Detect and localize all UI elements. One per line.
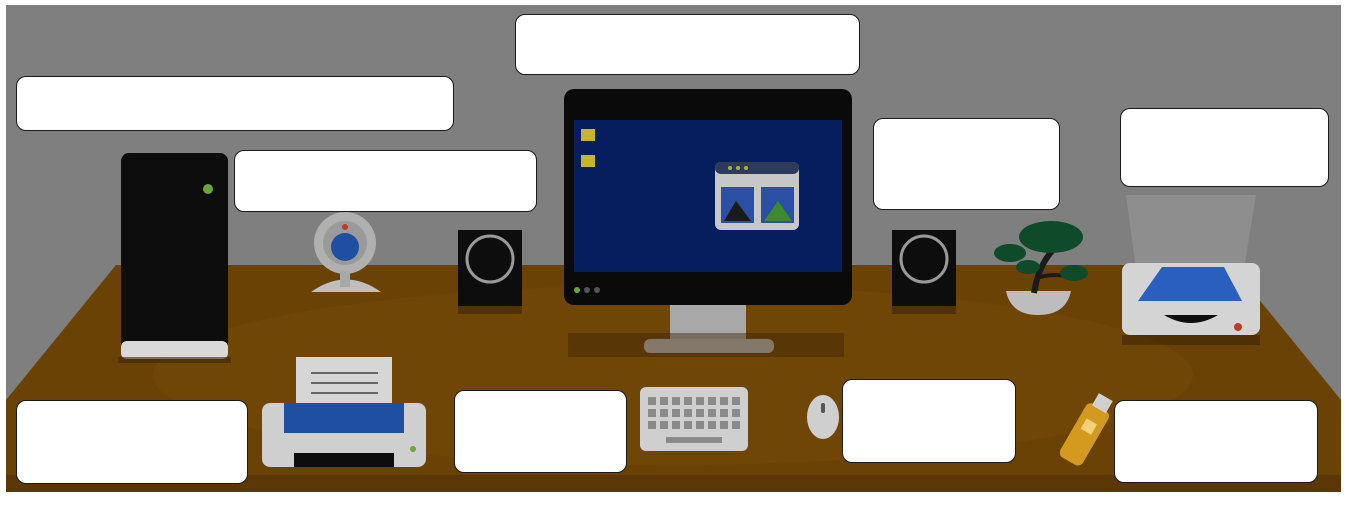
keyboard — [640, 387, 748, 451]
keyboard-key — [708, 397, 716, 405]
keyboard-key — [720, 409, 728, 417]
keyboard-key — [672, 397, 680, 405]
scanner-label-box[interactable] — [1120, 108, 1329, 187]
keyboard-key — [696, 421, 704, 429]
speaker-left — [458, 230, 522, 314]
keyboard-key — [684, 409, 692, 417]
keyboard-key — [732, 397, 740, 405]
computer-tower — [118, 153, 231, 363]
keyboard-key — [648, 409, 656, 417]
keyboard-label-box[interactable] — [454, 390, 627, 473]
keyboard-key — [672, 409, 680, 417]
mouse-label-box[interactable] — [842, 379, 1016, 463]
keyboard-key — [708, 421, 716, 429]
usb-drive-label-box[interactable] — [1114, 400, 1318, 483]
keyboard-key — [732, 421, 740, 429]
keyboard-key — [648, 421, 656, 429]
keyboard-key — [648, 397, 656, 405]
keyboard-key — [660, 397, 668, 405]
speaker-right — [892, 230, 956, 314]
keyboard-key — [684, 397, 692, 405]
webcam-label-box[interactable] — [234, 150, 537, 212]
worksheet-scene — [6, 5, 1341, 492]
keyboard-key — [660, 409, 668, 417]
keyboard-key — [672, 421, 680, 429]
keyboard-key — [696, 397, 704, 405]
speaker-label-box[interactable] — [873, 118, 1060, 210]
scanner — [1122, 195, 1260, 345]
keyboard-key — [732, 409, 740, 417]
keyboard-key — [660, 421, 668, 429]
keyboard-key — [696, 409, 704, 417]
mouse — [807, 395, 839, 439]
keyboard-key — [684, 421, 692, 429]
keyboard-key — [708, 409, 716, 417]
printer-label-box[interactable] — [16, 400, 248, 484]
tower-label-box[interactable] — [16, 76, 454, 131]
keyboard-key — [720, 421, 728, 429]
monitor-label-box[interactable] — [515, 14, 860, 75]
keyboard-key — [720, 397, 728, 405]
